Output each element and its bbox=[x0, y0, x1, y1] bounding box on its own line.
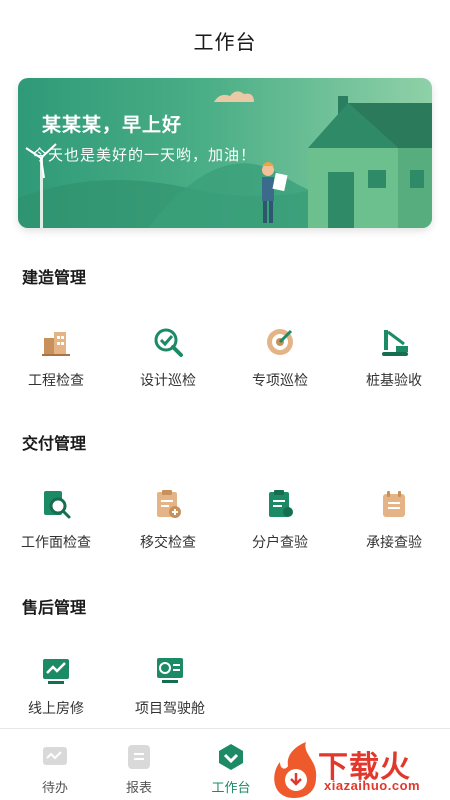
construction-grid: 工程检查 设计巡检 专项巡检 桩基验收 bbox=[0, 316, 450, 396]
section-title-after-sales: 售后管理 bbox=[22, 600, 87, 617]
report-icon bbox=[128, 745, 150, 769]
watermark-subtext: xiazaihuo.com bbox=[324, 778, 421, 793]
clipboard-check-icon bbox=[269, 490, 293, 517]
tile-label: 承接查验 bbox=[366, 534, 422, 550]
banner-slogan: 今天也是美好的一天哟，加油！ bbox=[32, 147, 257, 164]
tile-label: 工作面检查 bbox=[21, 534, 91, 550]
tile-design-inspection[interactable]: 设计巡检 bbox=[112, 316, 224, 396]
tile-label: 桩基验收 bbox=[366, 372, 422, 388]
tile-workface-inspection[interactable]: 工作面检查 bbox=[0, 478, 112, 558]
tile-label: 项目驾驶舱 bbox=[135, 700, 205, 716]
dashboard-monitor-icon bbox=[157, 658, 183, 683]
tile-label: 线上房修 bbox=[28, 700, 84, 716]
tile-label: 专项巡检 bbox=[252, 372, 308, 388]
tab-label: 报表 bbox=[125, 780, 152, 795]
tile-label: 设计巡检 bbox=[140, 372, 196, 388]
notepad-icon bbox=[383, 491, 405, 517]
tile-label: 移交检查 bbox=[140, 534, 196, 550]
delivery-grid: 工作面检查 移交检查 分户查验 承接查验 bbox=[0, 478, 450, 558]
section-title-delivery: 交付管理 bbox=[22, 436, 87, 453]
welcome-banner: 某某某，早上好 今天也是美好的一天哟，加油！ bbox=[18, 78, 432, 228]
tile-online-repair[interactable]: 线上房修 bbox=[0, 644, 112, 724]
tile-label: 工程检查 bbox=[28, 372, 84, 388]
tile-takeover-inspection[interactable]: 承接查验 bbox=[338, 478, 450, 558]
tab-label: 工作台 bbox=[211, 780, 251, 795]
trend-chart-icon bbox=[43, 659, 69, 684]
tile-special-inspection[interactable]: 专项巡检 bbox=[224, 316, 336, 396]
tile-project-inspection[interactable]: 工程检查 bbox=[0, 316, 112, 396]
banner-greeting: 某某某，早上好 bbox=[42, 115, 183, 136]
tile-handover-inspection[interactable]: 移交检查 bbox=[112, 478, 224, 558]
page-title: 工作台 bbox=[193, 31, 257, 54]
target-icon bbox=[267, 329, 293, 355]
tile-project-cockpit[interactable]: 项目驾驶舱 bbox=[114, 644, 226, 724]
crane-icon bbox=[382, 330, 408, 356]
building-icon bbox=[42, 332, 70, 356]
workbench-icon bbox=[219, 744, 243, 770]
app-header: 工作台 bbox=[0, 0, 450, 72]
tile-household-inspection[interactable]: 分户查验 bbox=[224, 478, 336, 558]
todo-icon bbox=[43, 747, 67, 765]
after-sales-grid: 线上房修 项目驾驶舱 bbox=[0, 644, 450, 724]
section-title-construction: 建造管理 bbox=[22, 270, 87, 287]
clipboard-add-icon bbox=[157, 490, 181, 518]
magnifier-check-icon bbox=[154, 328, 183, 357]
tab-label: 待办 bbox=[41, 780, 68, 795]
doc-search-icon bbox=[44, 491, 71, 519]
tile-label: 分户查验 bbox=[252, 534, 308, 550]
tile-pile-acceptance[interactable]: 桩基验收 bbox=[338, 316, 450, 396]
